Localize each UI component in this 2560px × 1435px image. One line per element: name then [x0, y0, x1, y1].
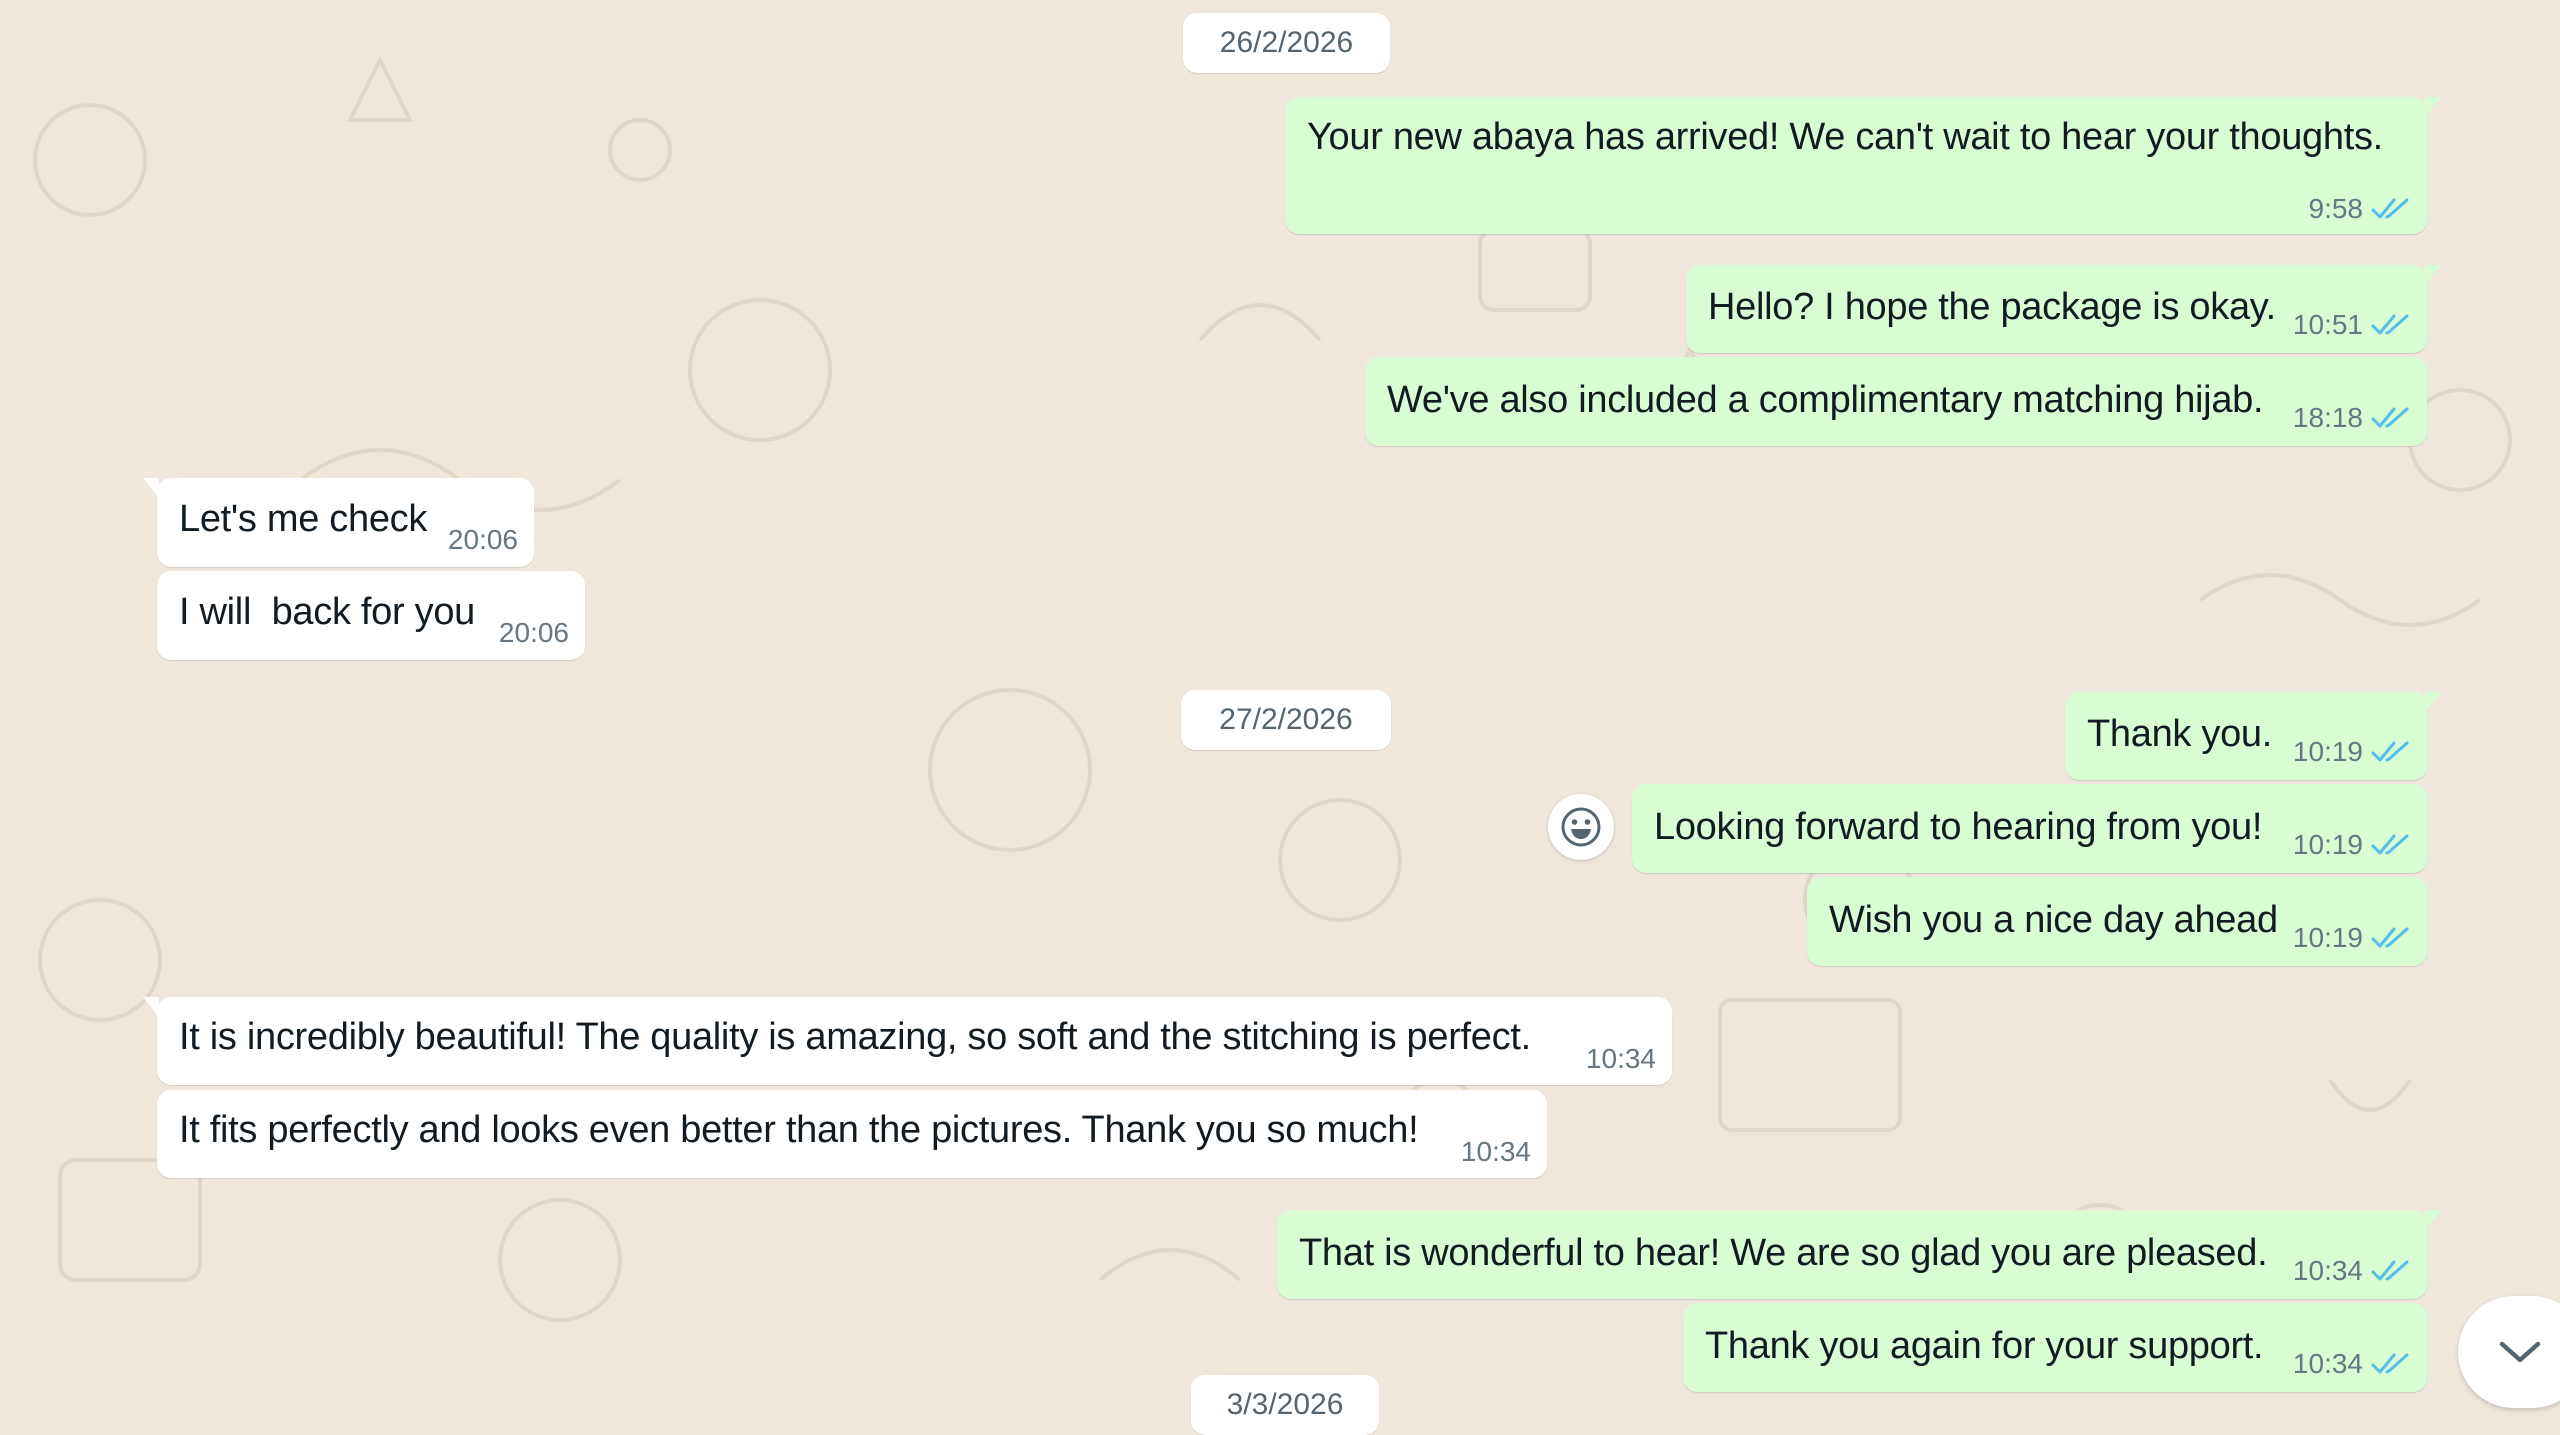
message-text: Thank you.	[2087, 713, 2272, 755]
message-time: 10:51	[2292, 309, 2363, 340]
message-bubble-incoming[interactable]: It fits perfectly and looks even better …	[157, 1090, 1547, 1178]
message-text: We've also included a complimentary matc…	[1387, 379, 2264, 421]
message-bubble-incoming[interactable]: I will back for you 20:06	[157, 571, 585, 660]
bubble-tail	[2425, 692, 2441, 712]
message-text: Let's me check	[179, 498, 428, 540]
message-time: 9:58	[2308, 193, 2364, 224]
message-text: It is incredibly beautiful! The quality …	[179, 1016, 1531, 1058]
message-bubble-outgoing[interactable]: Thank you again for your support. 10:34	[1683, 1303, 2427, 1392]
message-time: 20:06	[447, 524, 518, 555]
smiley-face-icon	[1561, 807, 1601, 847]
bubble-tail	[2425, 97, 2441, 117]
double-check-icon	[2371, 834, 2409, 855]
message-time: 20:06	[498, 617, 569, 648]
double-check-icon	[2371, 1260, 2409, 1281]
double-check-icon	[2371, 741, 2409, 762]
message-text: Looking forward to hearing from you!	[1654, 806, 2263, 848]
bubble-tail	[2425, 265, 2441, 285]
message-text: That is wonderful to hear! We are so gla…	[1299, 1232, 2268, 1274]
message-bubble-outgoing[interactable]: Your new abaya has arrived! We can't wai…	[1285, 97, 2441, 234]
message-bubble-outgoing[interactable]: Looking forward to hearing from you! 10:…	[1632, 784, 2427, 873]
message-text: Wish you a nice day ahead	[1829, 899, 2278, 941]
message-time: 10:19	[2292, 736, 2363, 767]
add-reaction-button[interactable]	[1548, 794, 1614, 860]
message-bubble-incoming[interactable]: It is incredibly beautiful! The quality …	[143, 997, 1672, 1085]
message-time: 10:34	[1460, 1136, 1531, 1167]
message-bubble-outgoing[interactable]: We've also included a complimentary matc…	[1365, 357, 2427, 446]
date-separator: 3/3/2026	[1191, 1375, 1379, 1435]
message-bubble-outgoing[interactable]: That is wonderful to hear! We are so gla…	[1277, 1210, 2441, 1299]
double-check-icon	[2371, 407, 2409, 428]
message-bubble-outgoing[interactable]: Wish you a nice day ahead 10:19	[1807, 877, 2427, 966]
date-separator: 26/2/2026	[1183, 13, 1390, 73]
message-text: Your new abaya has arrived! We can't wai…	[1307, 116, 2383, 158]
chevron-down-icon	[2499, 1341, 2541, 1363]
date-separator: 27/2/2026	[1181, 690, 1391, 750]
double-check-icon	[2371, 198, 2409, 219]
bubble-tail	[143, 478, 159, 498]
double-check-icon	[2371, 1353, 2409, 1374]
double-check-icon	[2371, 927, 2409, 948]
bubble-tail	[2425, 1210, 2441, 1230]
message-time: 10:19	[2292, 829, 2363, 860]
message-text: I will back for you	[179, 591, 475, 633]
message-bubble-incoming[interactable]: Let's me check 20:06	[143, 478, 534, 567]
bubble-tail	[143, 997, 159, 1017]
scroll-to-bottom-button[interactable]	[2458, 1296, 2560, 1408]
double-check-icon	[2371, 314, 2409, 335]
message-text: Thank you again for your support.	[1705, 1325, 2264, 1367]
message-text: It fits perfectly and looks even better …	[179, 1109, 1419, 1151]
message-time: 10:34	[2292, 1255, 2363, 1286]
message-bubble-outgoing[interactable]: Hello? I hope the package is okay. 10:51	[1686, 265, 2441, 353]
message-time: 18:18	[2292, 402, 2363, 433]
message-time: 10:34	[1585, 1043, 1656, 1074]
message-time: 10:19	[2292, 922, 2363, 953]
message-time: 10:34	[2292, 1348, 2363, 1379]
message-text: Hello? I hope the package is okay.	[1708, 286, 2276, 328]
message-bubble-outgoing[interactable]: Thank you. 10:19	[2065, 692, 2441, 780]
